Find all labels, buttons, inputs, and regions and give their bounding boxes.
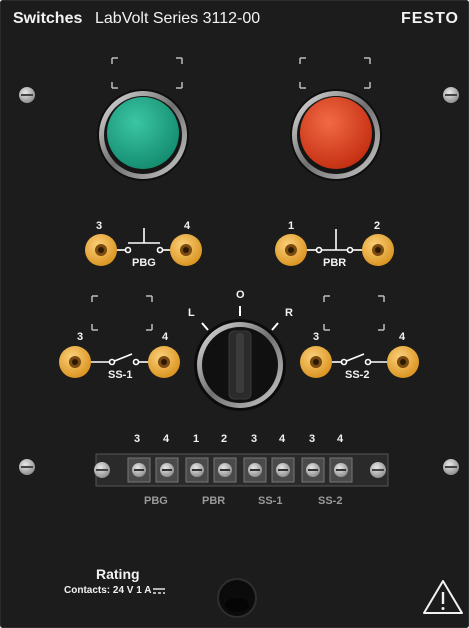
jack-pbg-3[interactable] (85, 234, 117, 266)
terminal-screw[interactable] (127, 457, 151, 483)
jack-ss1-4[interactable] (148, 346, 180, 378)
rotary-selector-knob[interactable] (194, 319, 286, 411)
jack-pbr-2[interactable] (362, 234, 394, 266)
jack-ss1-3[interactable] (59, 346, 91, 378)
selector-pos-center: O (236, 289, 245, 301)
selector-pos-left: L (188, 307, 195, 319)
screw-icon (19, 459, 35, 475)
ss2-symbol (330, 353, 390, 366)
ss1-terminal-label-left: 3 (77, 331, 84, 343)
screw-icon (443, 87, 459, 103)
ss1-label: SS-1 (108, 369, 133, 381)
pbg-label: PBG (132, 257, 156, 269)
jack-pbg-4[interactable] (170, 234, 202, 266)
terminal-number: 4 (337, 433, 344, 445)
ss2-corner-marks (323, 295, 385, 331)
screw-icon (19, 87, 35, 103)
ss2-label: SS-2 (345, 369, 370, 381)
terminal-screw[interactable] (213, 457, 237, 483)
terminal-number: 3 (134, 433, 141, 445)
selector-pos-right: R (285, 307, 293, 319)
terminal-number: 3 (251, 433, 258, 445)
dc-symbol-icon (153, 588, 165, 594)
ss1-terminal-label-right: 4 (162, 331, 169, 343)
ss2-terminal-label-right: 4 (399, 331, 406, 343)
terminal-mount-screw-left (94, 462, 110, 478)
terminal-screw[interactable] (185, 457, 209, 483)
switches-panel: Switches LabVolt Series 3112-00 FESTO 3 … (0, 0, 469, 628)
screw-icon (443, 459, 459, 475)
pbg-terminal-label-right: 4 (184, 220, 191, 232)
pbr-terminal-label-left: 1 (288, 220, 295, 232)
terminal-number: 3 (309, 433, 316, 445)
pbr-symbol (305, 229, 364, 254)
jack-ss2-4[interactable] (387, 346, 419, 378)
ss2-terminal-label-left: 3 (313, 331, 320, 343)
terminal-group-label: PBG (144, 495, 168, 507)
rating-contacts: Contacts: 24 V 1 A (64, 585, 152, 596)
jack-ss2-3[interactable] (300, 346, 332, 378)
red-pushbutton[interactable] (290, 89, 382, 181)
terminal-screw[interactable] (301, 457, 325, 483)
terminal-number: 2 (221, 433, 228, 445)
terminal-number: 4 (163, 433, 170, 445)
terminal-screw[interactable] (271, 457, 295, 483)
terminal-screw[interactable] (243, 457, 267, 483)
terminal-group-label: PBR (202, 495, 226, 507)
warning-icon (423, 580, 463, 614)
rating-title: Rating (96, 566, 140, 582)
pbr-label: PBR (323, 257, 347, 269)
pbg-corner-marks (111, 57, 183, 89)
panel-graphics (19, 57, 463, 618)
pbg-symbol (115, 228, 172, 254)
pbr-corner-marks (299, 57, 371, 89)
terminal-group-label: SS-2 (318, 495, 343, 507)
terminal-mount-screw-right (370, 462, 386, 478)
terminal-block (94, 453, 389, 487)
green-pushbutton[interactable] (97, 89, 189, 181)
pbr-terminal-label-right: 2 (374, 220, 381, 232)
ss1-corner-marks (91, 295, 153, 331)
terminal-number: 1 (193, 433, 200, 445)
bottom-connector-port[interactable] (217, 578, 257, 618)
pbg-terminal-label-left: 3 (96, 220, 103, 232)
ss1-symbol (88, 353, 150, 366)
terminal-number: 4 (279, 433, 286, 445)
terminal-screw[interactable] (329, 457, 353, 483)
jack-pbr-1[interactable] (275, 234, 307, 266)
terminal-screw[interactable] (155, 457, 179, 483)
terminal-group-label: SS-1 (258, 495, 283, 507)
